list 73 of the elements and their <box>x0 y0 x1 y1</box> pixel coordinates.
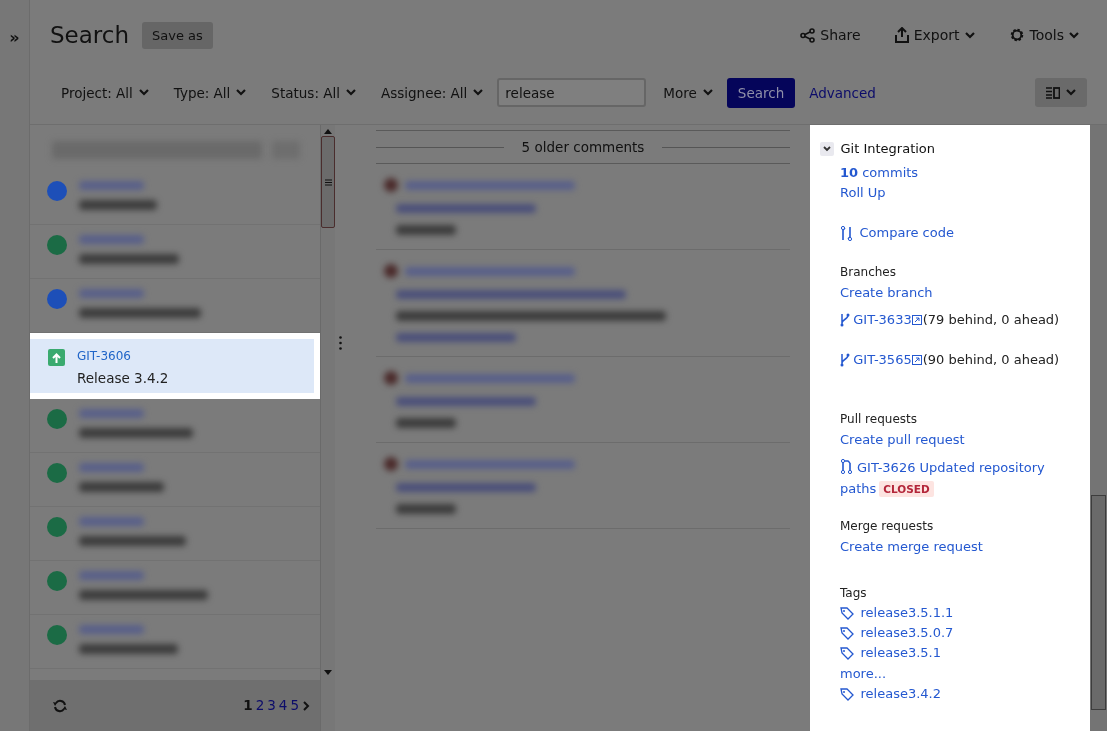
filter-dropdown[interactable]: Status: All <box>271 82 356 103</box>
expand-sidebar-toggle[interactable]: » <box>9 28 20 47</box>
tools-menu-button[interactable]: Tools <box>1008 24 1079 46</box>
panel-title: Git Integration <box>840 140 936 158</box>
settings-icon <box>1008 27 1025 44</box>
issue-list-item[interactable]: GIT-3606 Release 3.4.2 <box>30 333 320 399</box>
page-title: Search <box>50 21 130 50</box>
compare-icon <box>840 225 853 241</box>
page-scrollbar-thumb[interactable] <box>1091 495 1106 710</box>
section-heading: Pull requests <box>840 411 918 428</box>
filter-dropdown[interactable]: Project: All <box>61 82 149 103</box>
filter-dropdown[interactable]: Type: All <box>173 82 247 103</box>
upload-icon <box>894 27 909 44</box>
collapse-toggle[interactable] <box>820 142 834 156</box>
search-field[interactable]: release <box>497 78 647 108</box>
tag-icon <box>840 687 854 701</box>
caret-icon <box>236 89 247 97</box>
tag-link[interactable]: release3.5.0.7 <box>840 623 1078 643</box>
older-comments-link[interactable]: 5 older comments <box>503 136 663 158</box>
page-link[interactable]: 5 <box>290 697 299 714</box>
tag-icon <box>840 646 854 660</box>
caret-icon <box>345 89 356 97</box>
commits-link[interactable]: 10 commits <box>840 163 1078 183</box>
caret-icon <box>473 89 484 97</box>
tag-link[interactable]: release3.5.1 <box>840 643 1078 663</box>
scroll-up-icon[interactable] <box>324 129 332 134</box>
branch-link[interactable]: GIT-3565 <box>840 350 912 370</box>
save-as-button[interactable]: Save as <box>142 21 213 49</box>
caret-icon <box>1066 89 1076 97</box>
create-branch-link[interactable]: Create branch <box>840 283 1078 303</box>
branch-icon <box>840 353 850 367</box>
issue-key-link[interactable]: GIT-3606 <box>77 347 169 365</box>
pull-request-icon <box>840 459 853 474</box>
section-heading: Branches <box>840 264 897 281</box>
view-layout-button[interactable] <box>1035 78 1087 108</box>
tag-link[interactable]: release3.4.2 <box>840 684 1078 704</box>
scroll-down-icon[interactable] <box>324 670 332 675</box>
create-pull-request-link[interactable]: Create pull request <box>840 430 1078 450</box>
create-merge-request-link[interactable]: Create merge request <box>840 537 1078 557</box>
tag-link[interactable]: release3.5.1.1 <box>840 603 1078 623</box>
filter-dropdown[interactable]: Assignee: All <box>380 82 484 103</box>
compare-code-link[interactable]: Compare code <box>840 223 1078 243</box>
resize-handle-icon[interactable] <box>338 336 342 350</box>
pull-request-link[interactable]: GIT-3626 Updated repository paths CLOSED <box>840 457 1078 499</box>
page-link[interactable]: 3 <box>267 697 276 714</box>
share-menu-button[interactable]: Share <box>800 24 861 46</box>
caret-icon <box>702 89 713 97</box>
branch-status: (79 behind, 0 ahead) <box>922 311 1060 329</box>
branch-link[interactable]: GIT-3633 <box>840 310 912 330</box>
scrollbar-thumb[interactable] <box>321 136 335 228</box>
external-link-icon[interactable] <box>911 315 922 325</box>
list-detail-view-icon <box>1046 86 1060 99</box>
page-link[interactable]: 4 <box>278 697 288 714</box>
page-link[interactable]: 1 <box>243 697 253 714</box>
status-label: CLOSED <box>879 481 934 497</box>
caret-icon <box>138 89 149 97</box>
search-button[interactable]: Search <box>726 77 796 108</box>
chevron-down-icon <box>823 146 831 152</box>
section-heading: Tags <box>840 585 868 602</box>
tag-icon <box>840 606 854 620</box>
branch-icon <box>840 313 850 327</box>
more-tags-link[interactable]: more... <box>840 664 1078 684</box>
share-icon <box>800 27 816 43</box>
page-link[interactable]: 2 <box>255 697 265 714</box>
advanced-link[interactable]: Advanced <box>809 82 876 103</box>
tag-icon <box>840 626 854 640</box>
external-link-icon[interactable] <box>911 355 922 365</box>
roll-up-link[interactable]: Roll Up <box>840 183 1078 203</box>
issue-summary: Release 3.4.2 <box>77 369 169 388</box>
branch-status: (90 behind, 0 ahead) <box>922 351 1060 369</box>
section-heading: Merge requests <box>840 518 935 535</box>
more-filters-dropdown[interactable]: More <box>663 82 713 103</box>
export-menu-button[interactable]: Export <box>894 24 975 46</box>
